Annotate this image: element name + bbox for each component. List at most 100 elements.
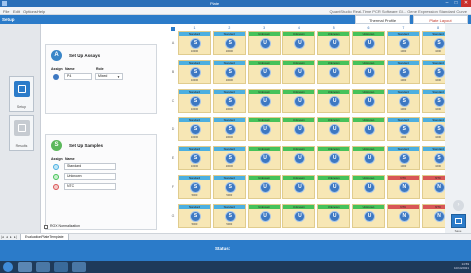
taskbar-app2-icon[interactable]	[72, 262, 86, 272]
sheet-nav-prev[interactable]: ◂	[6, 235, 8, 239]
plate-well[interactable]: Unknown U	[352, 31, 385, 55]
plate-well[interactable]: Unknown U	[282, 146, 316, 171]
next-button[interactable]: ›	[453, 200, 464, 211]
window-title: Plate	[210, 1, 220, 6]
plate-column-header[interactable]: 3	[248, 26, 281, 30]
menu-file[interactable]: File	[3, 9, 9, 14]
plate-well[interactable]: Unknown U	[282, 117, 316, 142]
plate-well[interactable]: Standard S 5000	[212, 175, 246, 199]
plate-well[interactable]: Standard S 5000	[178, 203, 211, 228]
well-task-label: Unknown	[318, 32, 350, 36]
nav-results[interactable]: Results	[9, 115, 34, 151]
plate-well[interactable]: Standard S 1000	[386, 146, 420, 171]
plate-well[interactable]: Unknown U	[352, 203, 385, 228]
plate-select-all[interactable]	[171, 27, 175, 31]
plate-column-header[interactable]: 5	[317, 26, 350, 30]
sample-assign-ntc[interactable]	[53, 184, 59, 190]
plate-well[interactable]: Unknown U	[352, 146, 385, 171]
tab-thermal-profile[interactable]: Thermal Profile	[355, 15, 410, 24]
maximize-button[interactable]: □	[452, 0, 460, 7]
plate-well[interactable]: Standard S 10000	[178, 146, 211, 171]
plate-well[interactable]: Unknown U	[352, 88, 385, 113]
plate-column-header[interactable]: 6	[352, 26, 385, 30]
plate-well[interactable]: Unknown U	[247, 146, 281, 171]
menu-help[interactable]: Help	[37, 9, 45, 14]
sheet-nav-first[interactable]: |◂	[1, 235, 4, 239]
plate-row-header[interactable]: C	[170, 99, 176, 103]
save-button[interactable]	[451, 214, 466, 228]
assay-role-select[interactable]: Mixed ▼	[95, 73, 123, 80]
start-button[interactable]	[3, 262, 13, 272]
minimize-button[interactable]: –	[443, 0, 451, 7]
plate-well[interactable]: Unknown U	[317, 203, 351, 228]
plate-well[interactable]: Standard S 10000	[178, 59, 211, 84]
menu-edit[interactable]: Edit	[13, 9, 20, 14]
plate-well[interactable]: NTC N	[386, 203, 420, 228]
nav-setup[interactable]: Setup	[9, 76, 34, 112]
plate-row-header[interactable]: A	[170, 41, 176, 45]
sample-assign-unknown[interactable]	[53, 174, 59, 180]
plate-well[interactable]: Standard S 10000	[212, 59, 246, 84]
plate-well[interactable]: Unknown U	[282, 59, 316, 84]
taskbar-browser-icon[interactable]	[36, 262, 50, 272]
plate-well[interactable]: Unknown U	[247, 117, 281, 142]
sheet-nav-next[interactable]: ▸	[10, 235, 12, 239]
plate-well[interactable]: Unknown U	[317, 175, 351, 199]
plate-well[interactable]: Standard S 5000	[212, 203, 246, 228]
experiment-path: QuantStudio Real-Time PCR Software Gl...…	[329, 9, 467, 14]
assay-name-field[interactable]: P4	[64, 73, 92, 80]
sample-name-ntc[interactable]: NTC	[64, 183, 116, 190]
plate-well[interactable]: Unknown U	[282, 88, 316, 113]
plate-well[interactable]: Standard S 10000	[212, 31, 246, 55]
plate-well[interactable]: Standard S 10000	[212, 117, 246, 142]
plate-well[interactable]: Standard S 1000	[386, 117, 420, 142]
sample-assign-standard[interactable]	[53, 164, 59, 170]
plate-row-header[interactable]: E	[170, 156, 176, 160]
plate-well[interactable]: Unknown U	[317, 146, 351, 171]
well-task-icon: U	[259, 182, 271, 193]
assay-assign-toggle[interactable]	[53, 74, 59, 80]
plate-well[interactable]: Unknown U	[317, 117, 351, 142]
close-button[interactable]: ✕	[461, 0, 471, 7]
taskbar-explorer-icon[interactable]	[18, 262, 32, 272]
plate-column-header[interactable]: 7	[387, 26, 420, 30]
plate-row-header[interactable]: D	[170, 127, 176, 131]
plate-well[interactable]: Unknown U	[282, 31, 316, 55]
plate-row-header[interactable]: F	[170, 185, 176, 189]
sample-name-standard[interactable]: Standard	[64, 163, 116, 170]
plate-well[interactable]: Standard S 10000	[178, 117, 211, 142]
plate-well[interactable]: Standard S 5000	[178, 175, 211, 199]
sample-name-unknown[interactable]: Unknown	[64, 173, 116, 180]
tab-plate-layout[interactable]: Plate Layout	[413, 15, 468, 24]
plate-well[interactable]: Standard S 10000	[178, 31, 211, 55]
plate-well[interactable]: Unknown U	[247, 175, 281, 199]
plate-well[interactable]: Unknown U	[352, 117, 385, 142]
plate-column-header[interactable]: 1	[178, 26, 211, 30]
plate-column-header[interactable]: 2	[213, 26, 246, 30]
plate-well[interactable]: Standard S 10000	[212, 88, 246, 113]
plate-row-header[interactable]: G	[170, 214, 176, 218]
plate-well[interactable]: Unknown U	[247, 88, 281, 113]
plate-well[interactable]: Standard S 1000	[386, 88, 420, 113]
plate-well[interactable]: Standard S 1000	[386, 59, 420, 84]
plate-well[interactable]: Unknown U	[352, 175, 385, 199]
rox-checkbox[interactable]	[44, 225, 48, 229]
plate-well[interactable]: Unknown U	[247, 31, 281, 55]
plate-well[interactable]: Unknown U	[352, 59, 385, 84]
menu-options[interactable]: Options	[23, 9, 37, 14]
plate-well[interactable]: NTC N	[386, 175, 420, 199]
plate-well[interactable]: Unknown U	[247, 59, 281, 84]
plate-well[interactable]: Unknown U	[282, 203, 316, 228]
plate-well[interactable]: Unknown U	[247, 203, 281, 228]
plate-well[interactable]: Unknown U	[317, 88, 351, 113]
plate-well[interactable]: Standard S 10000	[212, 146, 246, 171]
plate-well[interactable]: Unknown U	[317, 31, 351, 55]
sheet-nav-last[interactable]: ▸|	[14, 235, 17, 239]
plate-well[interactable]: Unknown U	[282, 175, 316, 199]
plate-column-header[interactable]: 4	[282, 26, 315, 30]
plate-well[interactable]: Standard S 1000	[386, 31, 420, 55]
plate-row-header[interactable]: B	[170, 70, 176, 74]
plate-well[interactable]: Standard S 10000	[178, 88, 211, 113]
taskbar-app-icon[interactable]	[54, 262, 68, 272]
plate-well[interactable]: Unknown U	[317, 59, 351, 84]
